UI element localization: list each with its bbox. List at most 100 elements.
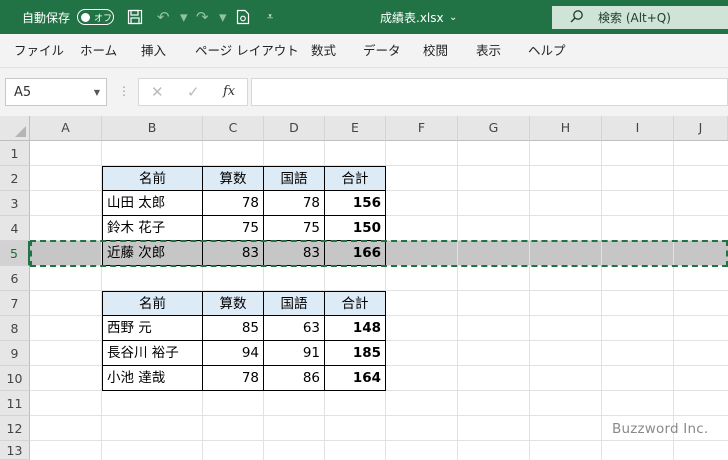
column-header[interactable]: B [102, 116, 203, 141]
column-header[interactable]: A [30, 116, 102, 141]
table-header-cell[interactable]: 名前 [102, 166, 203, 191]
table-cell[interactable]: 西野 元 [102, 315, 203, 341]
tab-view[interactable]: 表示 [476, 34, 501, 68]
row-header[interactable]: 11 [0, 391, 30, 416]
row-header[interactable]: 9 [0, 341, 30, 366]
search-label: 検索 (Alt+Q) [598, 11, 671, 25]
tab-insert[interactable]: 挿入 [141, 34, 166, 68]
search-icon [570, 9, 584, 27]
autosave-state: オフ [94, 13, 113, 24]
file-name[interactable]: 成績表.xlsx [380, 0, 444, 34]
search-box[interactable]: 検索 (Alt+Q) [552, 6, 728, 29]
autosave-toggle[interactable]: オフ [77, 9, 114, 25]
tab-home[interactable]: ホーム [80, 34, 117, 68]
table-cell[interactable]: 78 [202, 190, 264, 216]
watermark: Buzzword Inc. [612, 421, 709, 437]
row-header[interactable]: 13 [0, 441, 30, 460]
table-cell[interactable]: 91 [263, 340, 325, 366]
tab-help[interactable]: ヘルプ [528, 34, 566, 68]
column-header[interactable]: F [386, 116, 458, 141]
row-header[interactable]: 10 [0, 366, 30, 391]
formula-bar: A5 ▼ ⋮ ✕ ✓ fx [0, 68, 728, 116]
table-cell[interactable]: 83 [202, 240, 264, 266]
redo-icon[interactable]: ↷ [196, 0, 209, 34]
table-cell[interactable]: 63 [263, 315, 325, 341]
row-header[interactable]: 8 [0, 316, 30, 341]
table-cell[interactable]: 長谷川 裕子 [102, 340, 203, 366]
table-cell[interactable]: 150 [324, 215, 386, 241]
table-header-cell[interactable]: 国語 [263, 166, 325, 191]
name-box-value: A5 [14, 84, 32, 100]
cancel-icon[interactable]: ✕ [151, 83, 164, 101]
ribbon-tabs: ファイル ホーム 挿入 ページ レイアウト 数式 データ 校閲 表示 ヘルプ [0, 34, 728, 68]
table-cell[interactable]: 鈴木 花子 [102, 215, 203, 241]
undo-icon[interactable]: ↶ [157, 0, 170, 34]
table-cell[interactable]: 156 [324, 190, 386, 216]
enter-icon[interactable]: ✓ [187, 83, 200, 101]
tab-review[interactable]: 校閲 [423, 34, 448, 68]
gridline [30, 440, 728, 441]
table-cell[interactable]: 85 [202, 315, 264, 341]
row-header[interactable]: 2 [0, 166, 30, 191]
chevron-down-icon[interactable]: ⌄ [449, 0, 457, 34]
table-header-cell[interactable]: 算数 [202, 166, 264, 191]
table-cell[interactable]: 185 [324, 340, 386, 366]
save-icon[interactable] [127, 0, 143, 34]
table-cell[interactable]: 近藤 次郎 [102, 240, 203, 266]
customize-qat-icon[interactable]: ⩡ [267, 0, 273, 34]
table-cell[interactable]: 78 [202, 365, 264, 391]
gridline [529, 141, 530, 460]
name-box[interactable]: A5 ▼ [5, 78, 107, 106]
formula-buttons: ✕ ✓ fx [138, 78, 248, 106]
column-header[interactable]: J [674, 116, 728, 141]
print-preview-icon[interactable] [236, 0, 250, 34]
redo-dropdown-icon[interactable]: ▾ [219, 0, 227, 34]
column-header[interactable]: H [530, 116, 602, 141]
table-cell[interactable]: 86 [263, 365, 325, 391]
row-header[interactable]: 3 [0, 191, 30, 216]
table-header-cell[interactable]: 算数 [202, 291, 264, 316]
more-options-icon[interactable]: ⋮ [118, 84, 130, 98]
column-header[interactable]: I [602, 116, 674, 141]
column-header[interactable]: E [325, 116, 386, 141]
column-header[interactable]: G [458, 116, 530, 141]
table-header-cell[interactable]: 国語 [263, 291, 325, 316]
row-header[interactable]: 12 [0, 416, 30, 441]
tab-formulas[interactable]: 数式 [311, 34, 336, 68]
tab-file[interactable]: ファイル [14, 34, 64, 68]
column-header[interactable]: D [264, 116, 325, 141]
tab-data[interactable]: データ [363, 34, 401, 68]
gridline [601, 141, 602, 460]
table-cell[interactable]: 75 [263, 215, 325, 241]
table-cell[interactable]: 78 [263, 190, 325, 216]
formula-input[interactable] [251, 78, 728, 106]
table-cell[interactable]: 148 [324, 315, 386, 341]
toggle-knob-icon [81, 12, 90, 22]
select-all-button[interactable] [0, 116, 30, 141]
insert-function-icon[interactable]: fx [223, 84, 235, 99]
row-header[interactable]: 4 [0, 216, 30, 241]
tab-page-layout[interactable]: ページ レイアウト [195, 34, 299, 68]
row-header[interactable]: 1 [0, 141, 30, 166]
table-header-cell[interactable]: 合計 [324, 291, 386, 316]
column-header[interactable]: C [203, 116, 264, 141]
table-cell[interactable]: 小池 達哉 [102, 365, 203, 391]
table-cell[interactable]: 166 [324, 240, 386, 266]
title-bar: 自動保存 オフ ↶ ▾ ↷ ▾ ⩡ 成績表.xlsx ⌄ 検索 (Alt+Q) [0, 0, 728, 34]
name-box-dropdown-icon[interactable]: ▼ [94, 88, 100, 97]
row-header[interactable]: 7 [0, 291, 30, 316]
table-cell[interactable]: 75 [202, 215, 264, 241]
table-cell[interactable]: 164 [324, 365, 386, 391]
undo-dropdown-icon[interactable]: ▾ [180, 0, 188, 34]
gridline [457, 141, 458, 460]
table-header-cell[interactable]: 合計 [324, 166, 386, 191]
row-header[interactable]: 6 [0, 266, 30, 291]
table-cell[interactable]: 94 [202, 340, 264, 366]
worksheet-grid[interactable]: A B C D E F G H I J 1 2 3 4 5 6 7 8 9 10… [0, 116, 728, 460]
table-cell[interactable]: 山田 太郎 [102, 190, 203, 216]
table-cell[interactable]: 83 [263, 240, 325, 266]
select-all-icon [15, 126, 26, 137]
row-header-selected[interactable]: 5 [0, 241, 30, 266]
autosave-label: 自動保存 [22, 10, 71, 25]
table-header-cell[interactable]: 名前 [102, 291, 203, 316]
